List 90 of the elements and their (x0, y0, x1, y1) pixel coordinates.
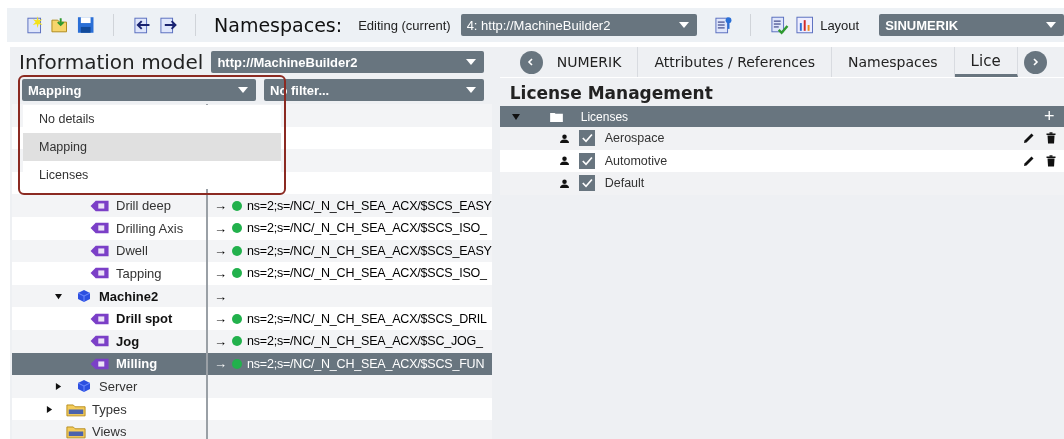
mapping-target: ns=2;s=/NC/_N_CH_SEA_ACX/$SCS_EASY (247, 243, 492, 258)
panel-title: Information model (19, 50, 204, 74)
node-label: Drilling Axis (116, 220, 184, 236)
tab[interactable]: Attributes / References (638, 47, 832, 77)
license-name: Aerospace (604, 131, 666, 146)
mapping-arrow: → (214, 311, 227, 327)
delete-icon[interactable] (1044, 154, 1057, 167)
menu-option[interactable]: Licenses (23, 161, 281, 189)
cube-icon (77, 289, 91, 304)
tree-row-background[interactable]: Drill deep → ns=2;s=/NC/_N_CH_SEA_ACX/$SCS_EASY (12, 194, 492, 217)
section-title: License Management (508, 82, 714, 105)
method-tag-icon (90, 357, 110, 370)
licenses-label: Licenses (580, 109, 630, 124)
menu-option[interactable]: No details (23, 105, 281, 133)
node-label: Milling (116, 356, 158, 372)
add-button[interactable]: + (1044, 106, 1055, 127)
method-tag-icon (90, 267, 110, 280)
mapping-arrow: → (214, 333, 227, 349)
license-name: Automotive (604, 153, 669, 168)
menu-option[interactable]: Mapping (23, 133, 281, 161)
bar-chart-icon[interactable] (794, 15, 815, 35)
mapping-arrow: → (214, 220, 227, 236)
tree-row-background[interactable]: Views (12, 420, 492, 439)
mapping-arrow: → (214, 356, 227, 372)
namespaces-label: Namespaces: (214, 14, 343, 36)
edit-icon[interactable] (1022, 154, 1035, 167)
tree-row-background[interactable]: Machine2 → (12, 284, 492, 308)
new-file-icon[interactable] (25, 15, 45, 35)
next-tab-button[interactable] (1023, 50, 1047, 74)
mapping-target: ns=2;s=/NC/_N_CH_SEA_ACX/$SCS_ISO_ (247, 266, 487, 281)
cube-icon (77, 379, 91, 394)
layout-label: Layout (820, 17, 860, 33)
checkbox[interactable] (578, 175, 595, 192)
mapping-target: ns=2;s=/NC/_N_CH_SEA_ACX/$SCS_DRIL (247, 311, 487, 326)
document-key-icon[interactable] (712, 15, 733, 35)
node-label: Machine2 (99, 288, 159, 304)
mapping-target: ns=2;s=/NC/_N_CH_SEA_ACX/$SCS_FUN (247, 356, 485, 371)
node-label: Jog (116, 333, 140, 349)
mapping-arrow: → (214, 288, 227, 304)
person-icon (559, 133, 569, 143)
node-label: Views (92, 424, 127, 439)
save-icon[interactable] (75, 15, 96, 35)
export-icon[interactable] (157, 15, 178, 35)
expanded-arrow-icon[interactable] (55, 292, 62, 300)
checklist-icon[interactable] (769, 15, 789, 35)
tree-row-background[interactable]: Jog → ns=2;s=/NC/_N_CH_SEA_ACX/$SC_JOG_ (12, 329, 492, 353)
import-icon[interactable] (132, 15, 152, 35)
model-select[interactable]: http://MachineBuilder2 (211, 51, 484, 73)
previous-tab-button[interactable] (519, 50, 543, 74)
opc-folder-icon (66, 424, 86, 439)
open-folder-icon[interactable] (50, 15, 70, 35)
license-name: Default (604, 176, 646, 191)
node-label: Dwell (116, 243, 148, 259)
node-label: Tapping (116, 265, 162, 281)
view-select[interactable]: Mapping (22, 79, 256, 101)
mapping-arrow: → (214, 265, 227, 281)
mapping-target: ns=2;s=/NC/_N_CH_SEA_ACX/$SCS_ISO_ (247, 221, 487, 236)
collapsed-arrow-icon[interactable] (46, 405, 53, 413)
person-icon (559, 179, 569, 188)
mapping-target: ns=2;s=/NC/_N_CH_SEA_ACX/$SC_JOG_ (247, 334, 483, 349)
delete-icon[interactable] (1044, 132, 1057, 145)
opc-folder-icon (66, 401, 86, 417)
mapping-target: ns=2;s=/NC/_N_CH_SEA_ACX/$SCS_EASY (247, 198, 492, 213)
chevron-right-icon (1030, 57, 1041, 67)
person-icon (559, 156, 569, 166)
method-tag-icon (90, 335, 110, 348)
folder-icon (549, 111, 563, 122)
tree-row-background[interactable]: Server (12, 375, 492, 398)
edit-icon[interactable] (1022, 132, 1035, 145)
tab[interactable]: NUMERIK (552, 47, 639, 77)
method-tag-icon (90, 199, 110, 212)
tab[interactable]: Namespaces (831, 47, 955, 77)
node-label: Server (99, 378, 138, 394)
tree-row-background[interactable]: Dwell → ns=2;s=/NC/_N_CH_SEA_ACX/$SCS_EASY (12, 239, 492, 263)
checkbox[interactable] (578, 130, 595, 147)
mapping-arrow: → (214, 243, 227, 259)
method-tag-icon (90, 312, 110, 325)
layout-select[interactable]: SINUMERIK (879, 14, 1064, 36)
node-label: Types (92, 401, 127, 417)
tab[interactable]: Lice (954, 47, 1018, 77)
method-tag-icon (90, 244, 110, 257)
editing-label: Editing (current) (358, 17, 451, 33)
mapping-arrow: → (214, 198, 227, 214)
method-tag-icon (90, 222, 110, 235)
checkbox[interactable] (578, 152, 595, 169)
node-label: Drill deep (116, 198, 171, 214)
node-label: Drill spot (116, 311, 173, 327)
selected-tree-row[interactable]: Milling → ns=2;s=/NC/_N_CH_SEA_ACX/$SCS_FUN (12, 352, 492, 376)
namespace-select[interactable]: 4: http://MachineBuilder2 (460, 14, 697, 36)
collapsed-arrow-icon[interactable] (55, 382, 62, 390)
